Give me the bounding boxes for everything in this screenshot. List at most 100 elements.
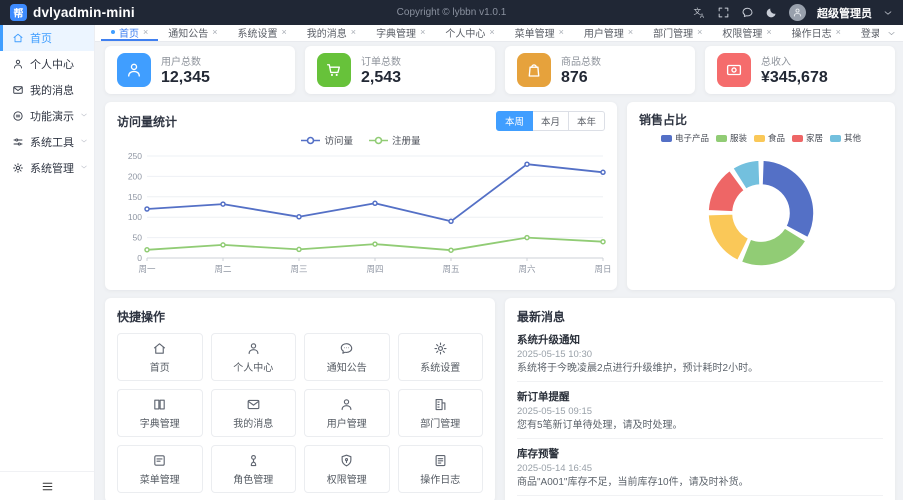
svg-text:周六: 周六 <box>518 264 536 274</box>
quick-op-系统设置[interactable]: 系统设置 <box>397 333 483 381</box>
tab-close-icon[interactable]: × <box>836 27 841 37</box>
news-list: 系统升级通知 2025-05-15 10:30 系统将于今晚凌晨2点进行升级维护，预… <box>517 325 883 500</box>
user-icon <box>246 341 261 356</box>
tab-登录日志[interactable]: 登录日志× <box>851 25 879 41</box>
quick-op-部门管理[interactable]: 部门管理 <box>397 389 483 437</box>
range-button-本月[interactable]: 本月 <box>531 111 569 131</box>
gear-icon <box>12 162 24 174</box>
fullscreen-icon[interactable] <box>717 6 730 19</box>
tab-首页[interactable]: 首页 × <box>101 25 159 41</box>
sidebar-item-个人中心[interactable]: 个人中心 <box>0 51 94 77</box>
tab-close-icon[interactable]: × <box>420 27 425 37</box>
quick-op-操作日志[interactable]: 操作日志 <box>397 445 483 493</box>
tab-close-icon[interactable]: × <box>766 27 771 37</box>
news-item-content: 您有5笔新订单待处理，请及时处理。 <box>517 420 683 431</box>
quick-op-label: 通知公告 <box>326 363 367 374</box>
sidebar-item-功能演示[interactable]: 功能演示 <box>0 103 94 129</box>
sidebar-item-系统管理[interactable]: 系统管理 <box>0 155 94 181</box>
org-building-icon <box>433 397 448 412</box>
sidebar-item-我的消息[interactable]: 我的消息 <box>0 77 94 103</box>
range-button-本周[interactable]: 本周 <box>495 111 533 131</box>
quick-op-用户管理[interactable]: 用户管理 <box>304 389 390 437</box>
quick-op-角色管理[interactable]: 角色管理 <box>210 445 296 493</box>
dark-mode-moon-icon[interactable] <box>765 6 778 19</box>
tab-close-icon[interactable]: × <box>282 27 287 37</box>
range-button-本年[interactable]: 本年 <box>567 111 605 131</box>
svg-text:周二: 周二 <box>214 264 232 274</box>
tab-close-icon[interactable]: × <box>628 27 633 37</box>
tab-系统设置[interactable]: 系统设置 × <box>228 25 297 41</box>
legend-label: 家居 <box>806 133 824 143</box>
tabbar: 首页 × 通知公告 × 系统设置 × 我的消息 × 字典管理 × 个人中心 × 菜单管理 × 用户管理 × 部门… <box>95 25 903 42</box>
stat-label: 用户总数 <box>161 57 201 68</box>
quick-op-我的消息[interactable]: 我的消息 <box>210 389 296 437</box>
sidebar-item-系统工具[interactable]: 系统工具 <box>0 129 94 155</box>
tab-部门管理[interactable]: 部门管理 × <box>643 25 712 41</box>
tab-我的消息[interactable]: 我的消息 × <box>297 25 366 41</box>
legend-食品[interactable]: 食品 <box>753 132 785 144</box>
quick-op-菜单管理[interactable]: 菜单管理 <box>117 445 203 493</box>
tab-close-icon[interactable]: × <box>697 27 702 37</box>
svg-text:周五: 周五 <box>442 264 460 274</box>
tab-权限管理[interactable]: 权限管理 × <box>712 25 781 41</box>
legend-电子产品[interactable]: 电子产品 <box>660 132 709 144</box>
svg-text:200: 200 <box>128 171 142 181</box>
tab-overflow-chevron-icon[interactable] <box>879 25 903 41</box>
quick-op-label: 菜单管理 <box>139 475 180 486</box>
home-icon <box>12 32 24 44</box>
translate-icon[interactable]: 文A <box>693 6 706 19</box>
money-icon <box>717 53 751 87</box>
stat-card-订单总数: 订单总数 2,543 <box>305 46 495 94</box>
sales-pie-card: 销售占比 电子产品 服装 食品 家居 其他 <box>627 102 895 290</box>
log-doc-icon <box>433 453 448 468</box>
menu-doc-icon <box>152 453 167 468</box>
quick-op-权限管理[interactable]: 权限管理 <box>304 445 390 493</box>
legend-家居[interactable]: 家居 <box>792 132 823 144</box>
tab-菜单管理[interactable]: 菜单管理 × <box>505 25 574 41</box>
legend-注册量[interactable]: 注册量 <box>369 133 421 147</box>
sidebar-item-首页[interactable]: 首页 <box>0 25 94 51</box>
quick-op-label: 个人中心 <box>233 363 274 374</box>
legend-label: 其他 <box>844 133 862 143</box>
news-item-title: 新订单提醒 <box>517 391 570 403</box>
main-content: 用户总数 12,345 订单总数 2,543 商品总数 876 总收入 ¥345,678 访问… <box>95 42 903 500</box>
message-icon[interactable] <box>741 6 754 19</box>
visits-line-chart: 0 50 100 150 200 250 周一 周二 周三 周四 周五 周六 周日 <box>117 148 612 281</box>
tab-close-icon[interactable]: × <box>212 27 217 37</box>
sidebar-item-label: 我的消息 <box>30 85 74 97</box>
legend-服装[interactable]: 服装 <box>715 132 747 144</box>
legend-其他[interactable]: 其他 <box>830 132 861 144</box>
legend-label: 访问量 <box>324 136 353 147</box>
tab-操作日志[interactable]: 操作日志 × <box>782 25 851 41</box>
sidebar-collapse-button[interactable] <box>0 471 94 500</box>
avatar[interactable] <box>789 4 806 21</box>
pie-legend-swatch <box>753 134 765 142</box>
stat-value: ¥345,678 <box>761 69 828 86</box>
active-tab-dot <box>111 30 115 34</box>
tab-close-icon[interactable]: × <box>489 27 494 37</box>
tab-字典管理[interactable]: 字典管理 × <box>366 25 435 41</box>
tab-close-icon[interactable]: × <box>559 27 564 37</box>
tab-close-icon[interactable]: × <box>351 27 356 37</box>
quick-op-个人中心[interactable]: 个人中心 <box>210 333 296 381</box>
tab-close-icon[interactable]: × <box>143 27 148 37</box>
tab-用户管理[interactable]: 用户管理 × <box>574 25 643 41</box>
legend-访问量[interactable]: 访问量 <box>301 133 353 147</box>
quick-op-字典管理[interactable]: 字典管理 <box>117 389 203 437</box>
copyright-text: Copyright © lybbn v1.0.1 <box>396 7 507 18</box>
gear-icon <box>433 341 448 356</box>
news-item-time: 2025-05-15 09:15 <box>517 406 593 417</box>
news-item: 会员活动2025-05-14 14:30 <box>517 496 883 500</box>
legend-label: 电子产品 <box>674 133 709 143</box>
quick-op-通知公告[interactable]: 通知公告 <box>304 333 390 381</box>
app-logo[interactable]: 帮 dvlyadmin-mini <box>10 4 135 21</box>
tab-个人中心[interactable]: 个人中心 × <box>435 25 504 41</box>
user-menu-chevron-icon[interactable] <box>883 8 893 18</box>
stat-value: 12,345 <box>161 69 210 86</box>
legend-label: 服装 <box>729 133 747 143</box>
quick-op-首页[interactable]: 首页 <box>117 333 203 381</box>
quick-op-label: 首页 <box>149 363 170 374</box>
tab-通知公告[interactable]: 通知公告 × <box>158 25 227 41</box>
username[interactable]: 超级管理员 <box>817 5 872 21</box>
app-title: dvlyadmin-mini <box>33 5 135 20</box>
